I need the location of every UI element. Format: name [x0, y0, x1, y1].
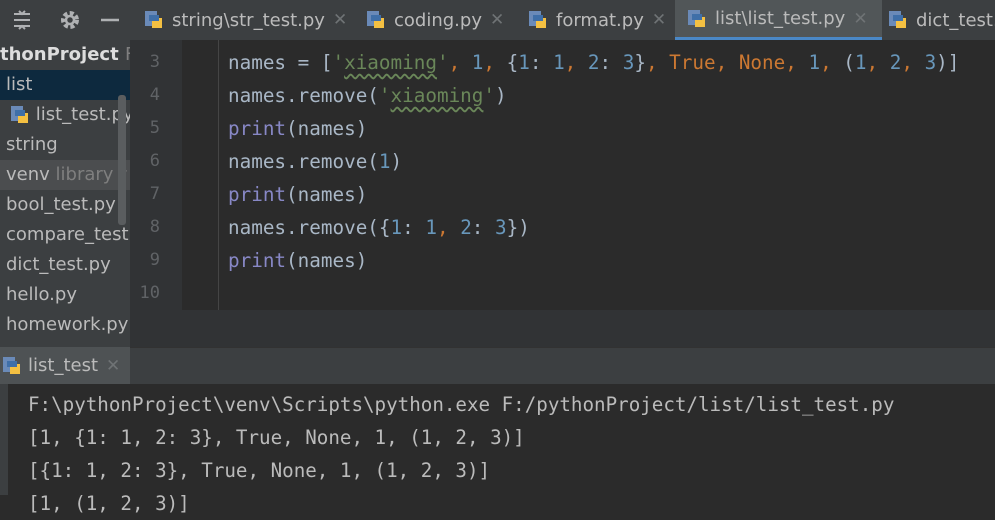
gear-icon[interactable] — [58, 8, 82, 32]
tab-format[interactable]: format.py ✕ — [528, 0, 666, 40]
tree-item-list-test[interactable]: list_test.py — [0, 100, 130, 130]
console-line: [1, (1, 2, 3)] — [28, 492, 190, 515]
tree-item-homework[interactable]: homework.py — [0, 310, 130, 340]
tree-item-label: dict_test.py — [6, 254, 111, 275]
tree-item-compare-test[interactable]: compare_test.p — [0, 220, 130, 250]
close-icon[interactable]: ✕ — [106, 356, 120, 376]
editor-tab-bar: string\str_test.py ✕ coding.py ✕ format.… — [130, 0, 995, 40]
tab-list-test[interactable]: list\list_test.py ✕ — [675, 0, 882, 40]
indent-guide — [218, 40, 219, 310]
tab-label: format.py — [556, 9, 644, 31]
tree-item-label: string — [6, 134, 58, 155]
tree-item-label: compare_test.p — [6, 224, 130, 245]
tab-str-test[interactable]: string\str_test.py ✕ — [144, 0, 347, 40]
editor-footer — [130, 310, 995, 347]
tab-label: string\str_test.py — [172, 9, 325, 31]
run-tab-bar — [0, 347, 995, 385]
close-icon[interactable]: ✕ — [333, 10, 347, 30]
tree-item-dict-test[interactable]: dict_test.py — [0, 250, 130, 280]
code-line[interactable]: names.remove('xiaoming') — [228, 79, 507, 112]
tree-item-label: hello.py — [6, 284, 77, 305]
code-line[interactable]: print(names) — [228, 112, 367, 145]
tree-item-label: list_test.py — [35, 104, 130, 125]
tree-item-hint: library r — [55, 164, 127, 185]
python-file-icon — [145, 11, 162, 28]
line-number: 6 — [149, 151, 160, 171]
run-tab[interactable]: list_test ✕ — [0, 347, 130, 384]
project-toolbar — [0, 0, 130, 40]
run-tab-label: list_test — [28, 355, 99, 376]
project-root-label: thonProject — [0, 44, 119, 65]
python-file-icon — [367, 11, 384, 28]
tree-item-hello[interactable]: hello.py — [0, 280, 130, 310]
code-line[interactable]: names.remove(1) — [228, 145, 402, 178]
code-line[interactable]: names = ['xiaoming', 1, {1: 1, 2: 3}, Tr… — [228, 46, 959, 79]
line-number: 9 — [149, 250, 160, 270]
tree-item-label: homework.py — [6, 314, 129, 335]
code-line[interactable]: print(names) — [228, 244, 367, 277]
python-file-icon — [11, 106, 28, 123]
close-icon[interactable]: ✕ — [853, 9, 867, 29]
tab-dict-test[interactable]: dict_test.py — [888, 0, 995, 40]
close-icon[interactable]: ✕ — [652, 10, 666, 30]
python-file-icon — [688, 9, 705, 27]
close-icon[interactable]: ✕ — [490, 10, 504, 30]
tree-item-string[interactable]: string — [0, 130, 130, 160]
tree-item-list[interactable]: list — [0, 70, 130, 100]
line-number: 7 — [149, 184, 160, 204]
line-number: 4 — [149, 85, 160, 105]
tree-item-venv[interactable]: venv library r — [0, 160, 130, 190]
minimize-icon[interactable] — [98, 8, 122, 32]
console-line: [1, {1: 1, 2: 3}, True, None, 1, (1, 2, … — [28, 426, 525, 449]
project-tree: thonProject F list list_test.py string v… — [0, 40, 130, 347]
project-root[interactable]: thonProject F — [0, 40, 130, 70]
python-file-icon — [889, 11, 906, 28]
code-line[interactable]: names.remove({1: 1, 2: 3}) — [228, 211, 530, 244]
line-number: 10 — [139, 283, 160, 303]
line-number: 5 — [149, 118, 160, 138]
tab-label: dict_test.py — [916, 9, 995, 31]
tab-coding[interactable]: coding.py ✕ — [366, 0, 504, 40]
line-number: 8 — [149, 217, 160, 237]
tree-item-label: bool_test.py — [6, 194, 116, 215]
tab-label: coding.py — [394, 9, 482, 31]
tree-item-label: venv — [6, 164, 50, 185]
tree-scrollbar[interactable] — [118, 95, 126, 225]
code-line[interactable]: print(names) — [228, 178, 367, 211]
console-line: F:\pythonProject\venv\Scripts\python.exe… — [28, 393, 895, 416]
run-side-strip — [0, 384, 8, 495]
console-line: [{1: 1, 2: 3}, True, None, 1, (1, 2, 3)] — [28, 459, 491, 482]
python-file-icon — [529, 11, 546, 28]
tree-item-label: list — [6, 74, 33, 95]
collapse-all-icon[interactable] — [10, 8, 34, 32]
line-number: 3 — [149, 52, 160, 72]
python-file-icon — [3, 356, 20, 374]
tree-item-bool-test[interactable]: bool_test.py — [0, 190, 130, 220]
tab-label: list\list_test.py — [715, 8, 846, 29]
